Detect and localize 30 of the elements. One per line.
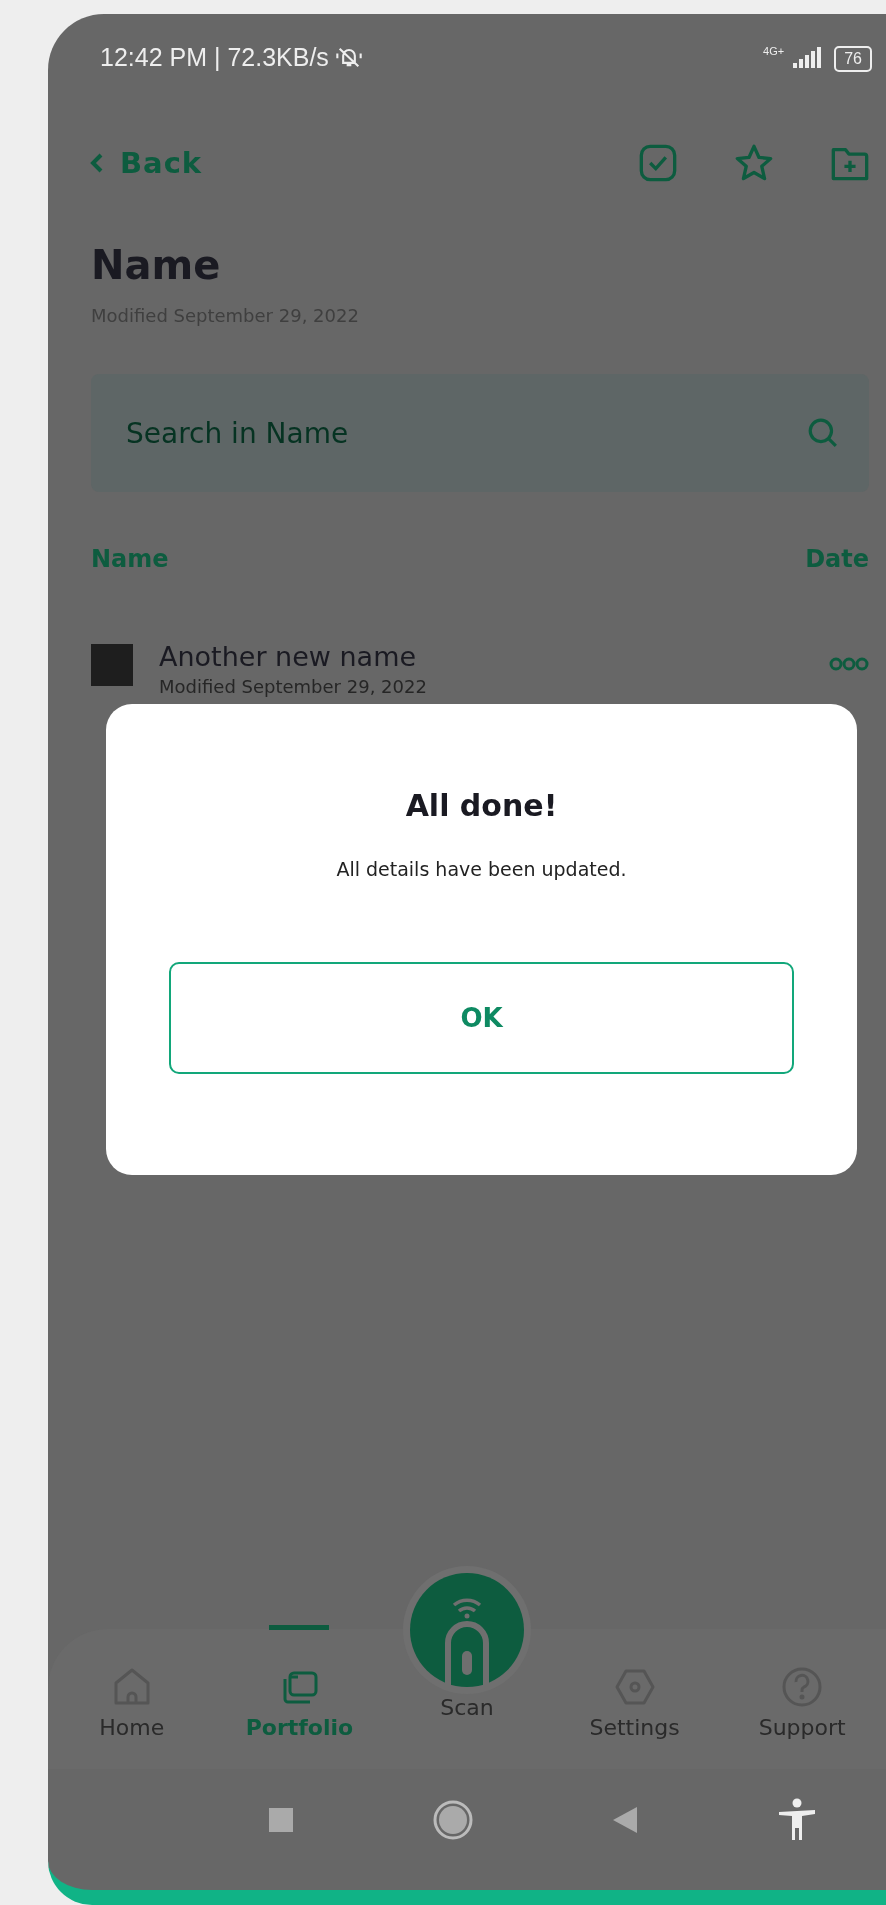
signal-icon	[790, 47, 823, 69]
nav-tab[interactable]: Home	[99, 1715, 165, 1740]
back-button[interactable]: Back	[90, 146, 203, 180]
photo-placeholder	[91, 644, 133, 686]
item-name[interactable]: Another new name	[159, 640, 803, 674]
nav-tab[interactable]: Portfolio	[245, 1715, 354, 1740]
back-triangle-icon[interactable]	[611, 1805, 638, 1834]
network-label: 4G+	[763, 44, 785, 58]
page-title: Name	[91, 241, 222, 289]
column-header[interactable]: Name	[91, 544, 169, 574]
item-date: Modified September 29, 2022	[159, 675, 428, 699]
nav-tab[interactable]: Settings	[589, 1715, 680, 1740]
accessibility-icon[interactable]	[776, 1797, 817, 1842]
muted-bell-icon	[334, 45, 363, 69]
recent-apps-icon[interactable]	[267, 1806, 294, 1833]
search-field[interactable]: Search in Name	[91, 374, 869, 492]
ok-button[interactable]: OK	[169, 962, 794, 1074]
scan-tab[interactable]: Scan	[440, 1695, 494, 1720]
dialog-title: All done!	[405, 787, 558, 825]
checkbox-icon[interactable]	[638, 143, 678, 183]
chevron-left-icon[interactable]	[90, 152, 104, 174]
star-icon[interactable]	[734, 143, 774, 183]
status-time: 12:42 PM | 72.3KB/s	[100, 42, 329, 72]
dialog-message: All details have been updated.	[336, 857, 627, 882]
battery-level: 76	[834, 46, 872, 72]
search-icon[interactable]	[807, 417, 839, 449]
more-icon[interactable]	[829, 657, 869, 671]
nav-tab[interactable]: Support	[758, 1715, 846, 1740]
home-button-icon[interactable]	[432, 1799, 473, 1840]
column-header[interactable]: Date	[805, 544, 869, 574]
